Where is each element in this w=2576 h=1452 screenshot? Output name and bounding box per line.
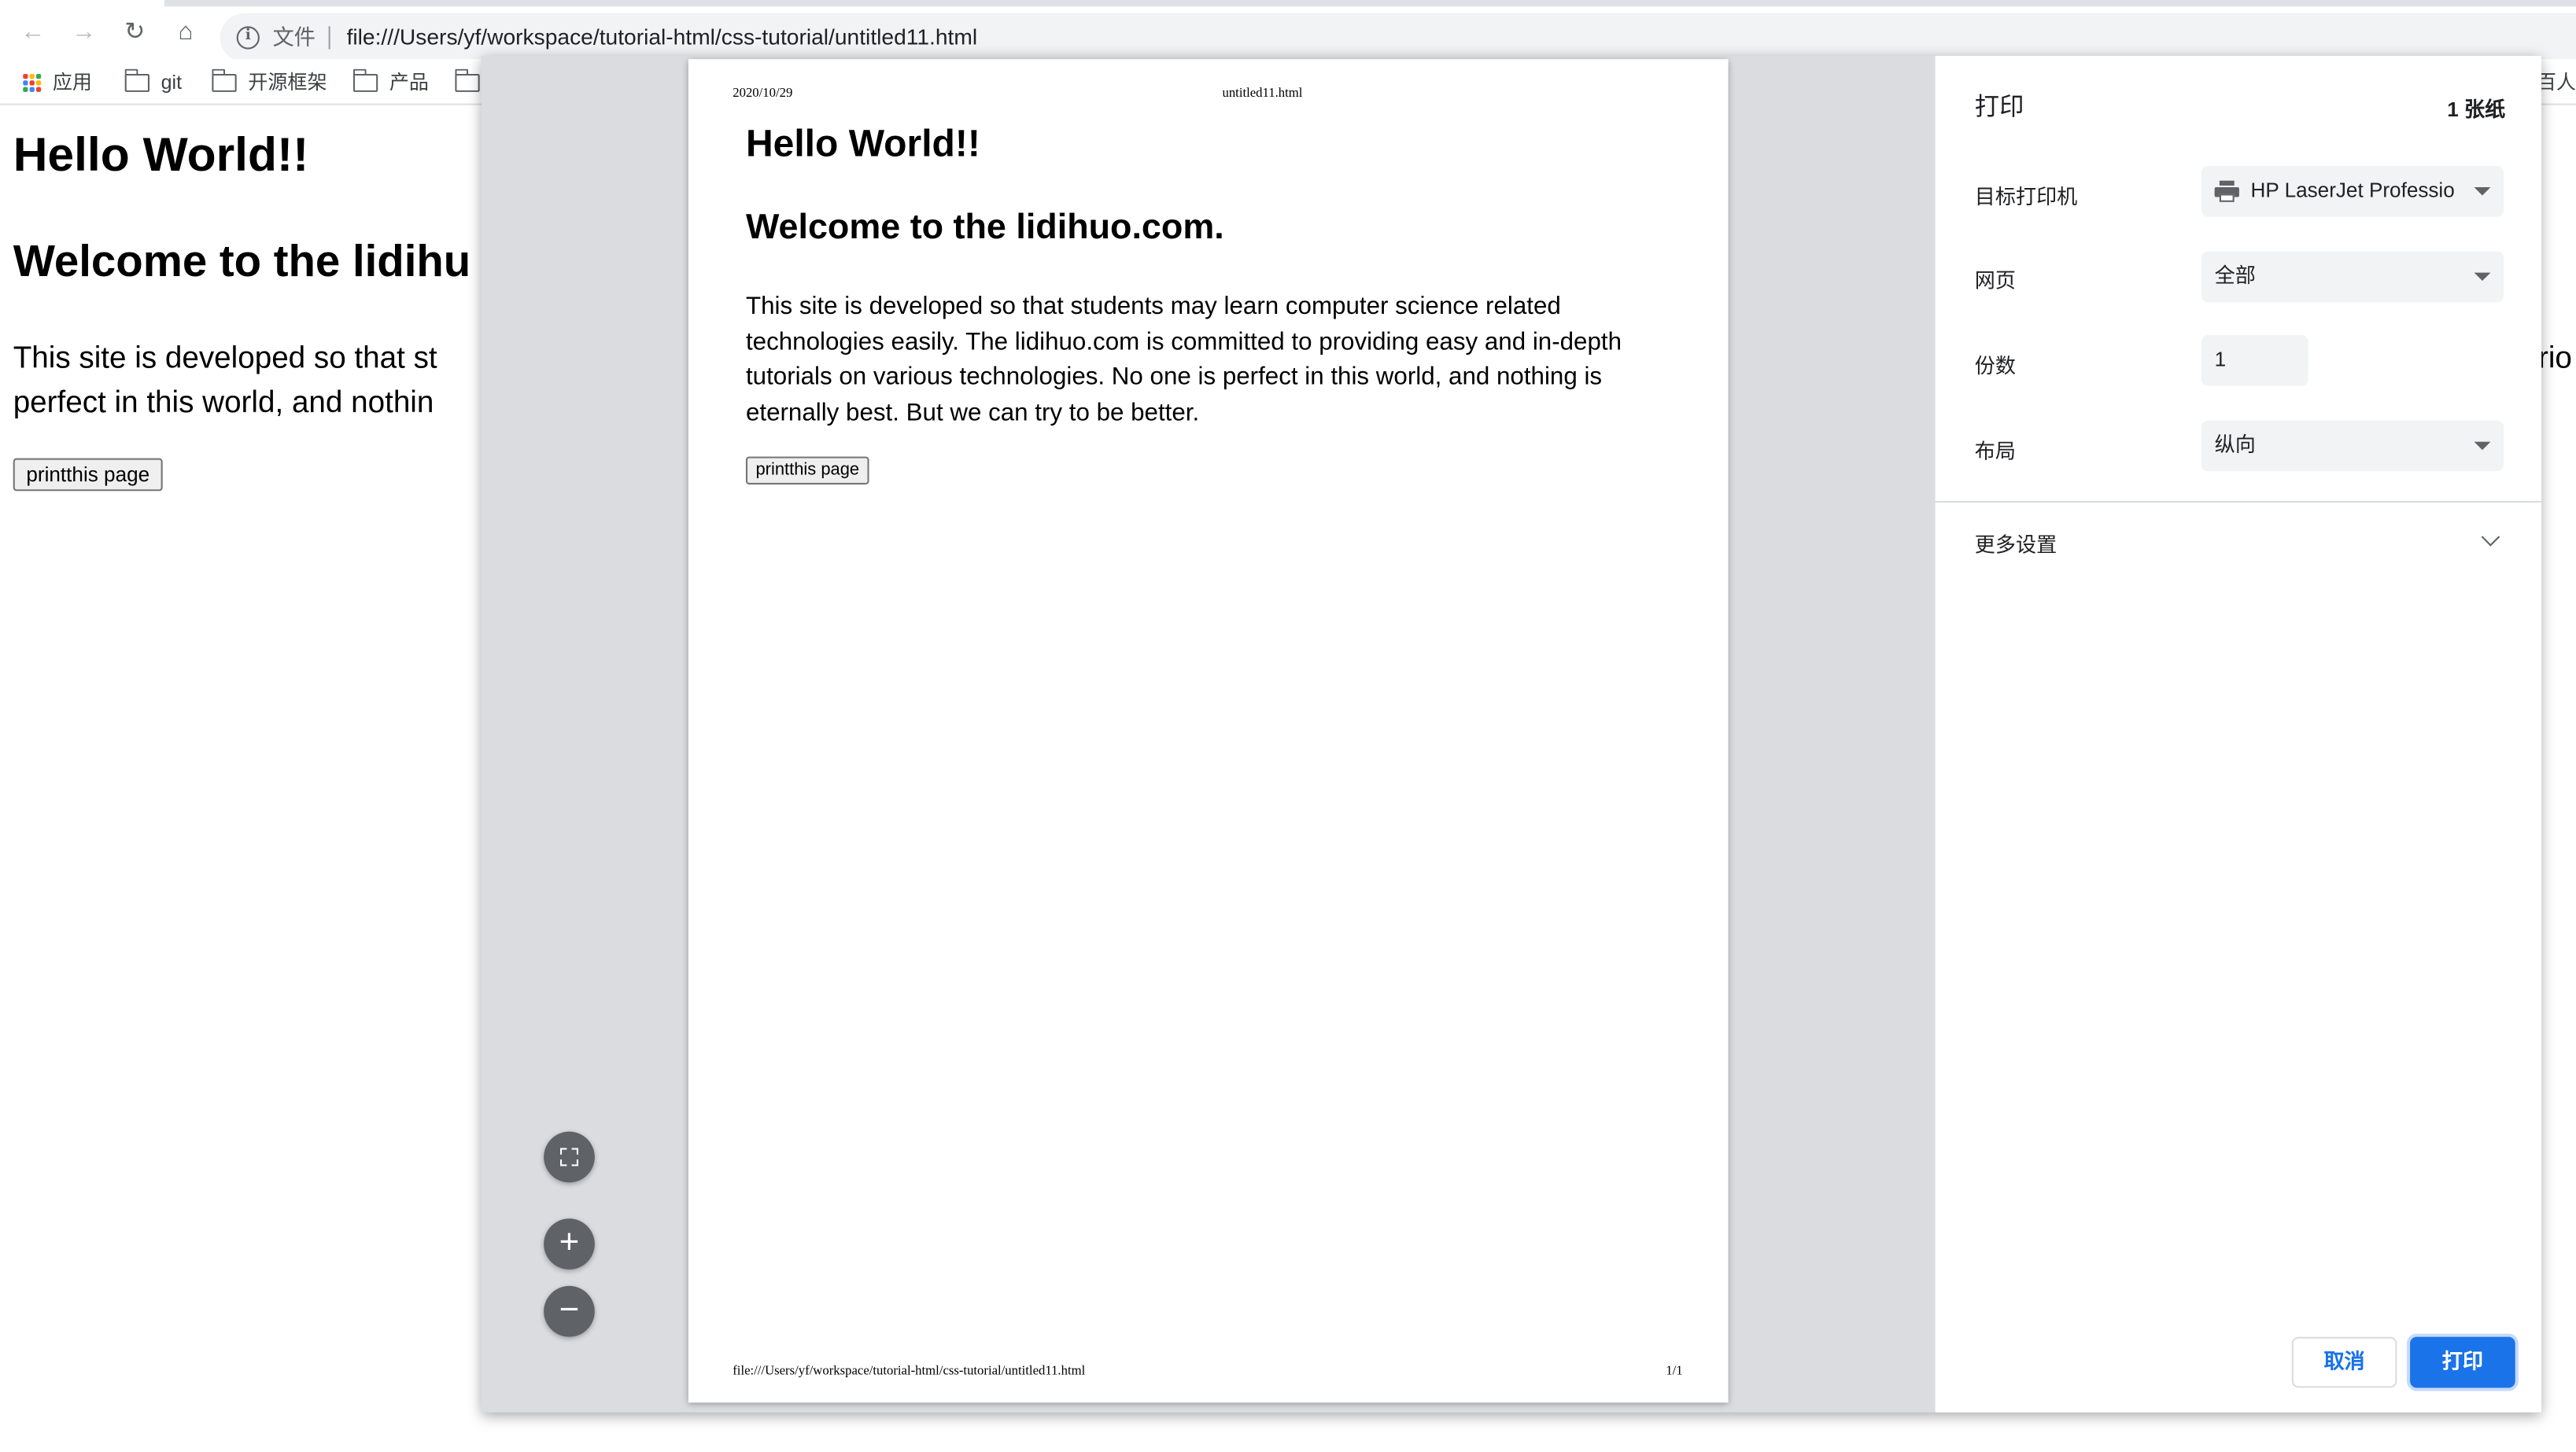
toolbar: ← → ↻ ⌂ i 文件 file:///Users/yf/workspace/…: [0, 6, 2576, 63]
pages-select[interactable]: 全部: [2201, 251, 2504, 303]
fit-glyph: [560, 1148, 578, 1166]
omnibox-separator: [328, 26, 330, 50]
bookmark-product[interactable]: 产品: [352, 68, 430, 98]
zoom-in-icon[interactable]: +: [544, 1218, 595, 1270]
preview-footer-page: 1/1: [1666, 1363, 1683, 1378]
preview-footer-url: file:///Users/yf/workspace/tutorial-html…: [733, 1363, 1086, 1378]
url-text[interactable]: file:///Users/yf/workspace/tutorial-html…: [347, 23, 978, 53]
tab-strip: [0, 0, 2576, 7]
info-icon[interactable]: i: [236, 26, 260, 50]
back-arrow-icon[interactable]: ←: [15, 17, 51, 50]
bookmark-git[interactable]: git: [124, 68, 183, 98]
apps-grid-icon: [23, 72, 42, 91]
copies-label: 份数: [1974, 355, 2017, 378]
page-subheading: Welcome to the lidihu: [13, 236, 471, 286]
copies-input[interactable]: 1: [2201, 334, 2308, 386]
page-paragraph-fragment: rio: [2537, 340, 2572, 375]
preview-button: printthis page: [745, 456, 869, 485]
chevron-down-icon: [2474, 187, 2491, 196]
panel-divider: [1935, 500, 2542, 503]
bookmark-label: 开源框架: [248, 70, 327, 94]
expand-chevron-icon[interactable]: [2481, 527, 2500, 547]
destination-value: HP LaserJet Professio: [2250, 179, 2455, 202]
print-button[interactable]: 打印: [2410, 1336, 2515, 1388]
browser-window: ← → ↻ ⌂ i 文件 file:///Users/yf/workspace/…: [0, 0, 2576, 1452]
page-heading: Hello World!!: [13, 129, 309, 182]
zoom-out-icon[interactable]: −: [544, 1285, 595, 1337]
page-paragraph: This site is developed so that st perfec…: [13, 340, 437, 419]
home-icon[interactable]: ⌂: [168, 17, 204, 50]
folder-icon: [124, 68, 150, 91]
chevron-down-icon: [2474, 272, 2491, 282]
bookmark-label: 应用: [52, 70, 92, 94]
preview-header-title: untitled11.html: [1222, 85, 1303, 101]
destination-select[interactable]: HP LaserJet Professio: [2201, 165, 2504, 217]
layout-value: 纵向: [2214, 433, 2256, 457]
print-page-button[interactable]: printthis page: [13, 458, 163, 492]
pages-label: 网页: [1974, 269, 2017, 293]
folder-icon: [211, 68, 237, 91]
folder-icon: [454, 68, 480, 91]
more-settings-toggle[interactable]: 更多设置: [1975, 527, 2057, 558]
cancel-button[interactable]: 取消: [2291, 1336, 2397, 1388]
preview-heading: Hello World!!: [745, 121, 980, 164]
active-tab[interactable]: [0, 0, 164, 7]
layout-select[interactable]: 纵向: [2201, 420, 2504, 472]
pages-value: 全部: [2214, 264, 2256, 288]
preview-header-date: 2020/10/29: [733, 85, 793, 101]
preview-paragraph: This site is developed so that students …: [745, 292, 1622, 428]
folder-icon: [352, 68, 378, 91]
sheet-count: 1 张纸: [2447, 98, 2506, 122]
destination-label: 目标打印机: [1974, 185, 2078, 209]
printer-icon: [2214, 180, 2239, 202]
preview-page: 2020/10/29 untitled11.html Hello World!!…: [688, 59, 1729, 1403]
bookmark-label: 产品: [389, 70, 430, 94]
security-chip[interactable]: 文件: [273, 23, 316, 53]
forward-arrow-icon[interactable]: →: [66, 17, 102, 50]
print-preview-dialog: 2020/10/29 untitled11.html Hello World!!…: [481, 55, 2542, 1413]
fit-to-page-icon[interactable]: [544, 1131, 595, 1183]
preview-subheading: Welcome to the lidihuo.com.: [745, 207, 1224, 247]
bookmark-label: git: [161, 70, 183, 94]
print-settings-panel: 打印 1 张纸 目标打印机 HP LaserJet Professio 网页 全…: [1935, 55, 2542, 1413]
reload-icon[interactable]: ↻: [116, 17, 153, 50]
layout-label: 布局: [1974, 440, 2017, 463]
bookmark-apps[interactable]: 应用: [23, 68, 92, 98]
bookmark-open-source[interactable]: 开源框架: [211, 68, 327, 98]
address-bar[interactable]: i 文件 file:///Users/yf/workspace/tutorial…: [220, 13, 2576, 63]
print-title: 打印: [1974, 94, 2024, 122]
chevron-down-icon: [2474, 441, 2491, 451]
